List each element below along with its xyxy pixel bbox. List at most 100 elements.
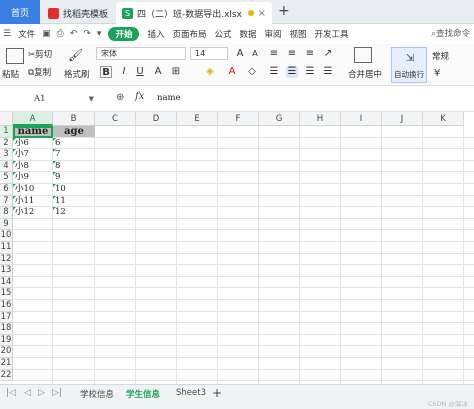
border-icon[interactable]: ⊞ [170, 66, 182, 78]
menu-data[interactable]: 数据 [240, 28, 257, 40]
column-header-f[interactable]: F [218, 112, 259, 126]
font-family-select[interactable]: 宋体 [96, 47, 186, 60]
brush-icon[interactable]: 🖌 [68, 48, 83, 62]
cell-b1[interactable]: age [53, 126, 95, 138]
column-header-c[interactable]: C [95, 112, 136, 126]
font-color-icon[interactable]: A [226, 66, 238, 78]
italic-icon[interactable]: I [118, 66, 130, 78]
row-header-6[interactable]: 6 [0, 184, 13, 196]
menu-layout[interactable]: 页面布局 [172, 28, 206, 40]
row-header-12[interactable]: 12 [0, 253, 13, 266]
row-header-8[interactable]: 8 [0, 207, 13, 219]
underline-icon[interactable]: U [134, 66, 146, 78]
next-sheet-icon[interactable]: ▷ [38, 388, 45, 398]
cell-a5[interactable]: 小9 [13, 172, 53, 183]
cell-a2[interactable]: 小6 [13, 137, 53, 149]
cell-a8[interactable]: 小12 [13, 207, 53, 218]
close-icon[interactable]: × [258, 8, 266, 19]
cell-b2[interactable]: 6 [53, 137, 95, 149]
row-header-22[interactable]: 22 [0, 369, 13, 382]
row-header-2[interactable]: 2 [0, 137, 13, 150]
row-header-16[interactable]: 16 [0, 300, 13, 312]
chevron-down-icon[interactable]: ▼ [89, 92, 94, 107]
cell-b3[interactable]: 7 [53, 149, 95, 160]
column-header-g[interactable]: G [259, 112, 300, 126]
spreadsheet-grid[interactable]: A B C D E F G H I J K 1 2 3 4 5 6 7 8 9 10 11 12 13 14 15 16 17 18 19… [0, 112, 474, 384]
row-header-21[interactable]: 21 [0, 358, 13, 370]
row-header-15[interactable]: 15 [0, 288, 13, 300]
menu-formula[interactable]: 公式 [214, 28, 231, 40]
save-icon[interactable]: ▣ [42, 29, 51, 39]
zoom-icon[interactable]: ⊕ [116, 92, 124, 103]
column-header-h[interactable]: H [300, 112, 341, 126]
row-header-17[interactable]: 17 [0, 311, 13, 324]
fill-color-icon[interactable]: ◈ [204, 66, 216, 78]
decrease-font-icon[interactable]: A [249, 48, 261, 60]
row-header-7[interactable]: 7 [0, 195, 13, 208]
column-header-a[interactable]: A [13, 112, 53, 126]
column-header-i[interactable]: I [341, 112, 382, 126]
row-header-19[interactable]: 19 [0, 334, 13, 347]
menu-start[interactable]: 开始 [108, 27, 140, 41]
merge-center-button[interactable]: 合并居中 [348, 68, 382, 80]
select-all-corner[interactable] [0, 112, 13, 126]
copy-button[interactable]: ⧉复制 [28, 66, 51, 78]
menu-hamburger-icon[interactable]: ☰ [3, 29, 11, 39]
cell-b6[interactable]: 10 [53, 184, 95, 195]
add-sheet-icon[interactable]: + [212, 386, 222, 400]
align-center-icon[interactable]: ☰ [286, 66, 298, 78]
menu-view[interactable]: 视图 [290, 28, 307, 40]
more-icon[interactable]: ▾ [97, 29, 102, 39]
number-format-select[interactable]: 常规 [432, 50, 449, 62]
format-painter-button[interactable]: 格式刷 [64, 68, 90, 80]
wrap-text-button[interactable]: ⇲ 自动换行 [391, 47, 427, 83]
first-sheet-icon[interactable]: |◁ [6, 388, 16, 398]
align-middle-icon[interactable]: ≡ [286, 48, 298, 60]
menu-review[interactable]: 审阅 [265, 28, 282, 40]
merge-icon[interactable] [354, 47, 372, 63]
row-header-20[interactable]: 20 [0, 346, 13, 358]
prev-sheet-icon[interactable]: ◁ [24, 388, 31, 398]
sheet-tab-sheet3[interactable]: Sheet3 [176, 388, 206, 398]
paste-icon[interactable] [6, 48, 24, 64]
clear-format-icon[interactable]: ◇ [246, 66, 258, 78]
row-header-11[interactable]: 11 [0, 242, 13, 254]
paste-button[interactable]: 粘贴 [2, 68, 19, 80]
column-header-k[interactable]: K [423, 112, 464, 126]
cell-a6[interactable]: 小10 [13, 184, 53, 195]
row-header-1[interactable]: 1 [0, 126, 13, 138]
increase-font-icon[interactable]: A [234, 48, 246, 60]
name-box[interactable]: A1 ▼ [6, 92, 94, 107]
row-header-3[interactable]: 3 [0, 149, 13, 161]
menu-insert[interactable]: 插入 [147, 28, 164, 40]
fx-icon[interactable]: fx [135, 91, 144, 102]
align-bottom-icon[interactable]: ≡ [304, 48, 316, 60]
tab-home[interactable]: 首页 [0, 0, 40, 24]
sheet-tab-school[interactable]: 学校信息 [80, 388, 114, 400]
cell-b4[interactable]: 8 [53, 160, 95, 172]
cell-b5[interactable]: 9 [53, 172, 95, 183]
font-size-select[interactable]: 14 [190, 47, 228, 60]
cell-a7[interactable]: 小11 [13, 195, 53, 207]
redo-icon[interactable]: ↷ [83, 29, 91, 39]
sheet-tab-students[interactable]: 学生信息 [126, 388, 161, 404]
print-icon[interactable]: ⎙ [57, 29, 64, 39]
currency-icon[interactable]: ¥ [434, 68, 440, 79]
cell-b7[interactable]: 11 [53, 195, 95, 207]
column-header-j[interactable]: J [382, 112, 423, 126]
menu-dev[interactable]: 开发工具 [315, 28, 349, 40]
row-header-4[interactable]: 4 [0, 160, 13, 173]
cut-button[interactable]: ✂剪切 [28, 48, 52, 60]
row-header-9[interactable]: 9 [0, 218, 13, 231]
row-header-14[interactable]: 14 [0, 276, 13, 289]
justify-icon[interactable]: ☰ [322, 66, 334, 78]
row-header-13[interactable]: 13 [0, 265, 13, 277]
align-top-icon[interactable]: ≡ [268, 48, 280, 60]
cell-b8[interactable]: 12 [53, 207, 95, 218]
formula-input[interactable]: name [157, 93, 181, 103]
cell-a4[interactable]: 小8 [13, 160, 53, 172]
align-right-icon[interactable]: ☰ [304, 66, 316, 78]
tab-document[interactable]: S 四（二）班-数据导出.xlsx × [116, 2, 272, 24]
column-header-e[interactable]: E [177, 112, 218, 126]
tab-template[interactable]: 找稻壳模板 [42, 2, 114, 24]
